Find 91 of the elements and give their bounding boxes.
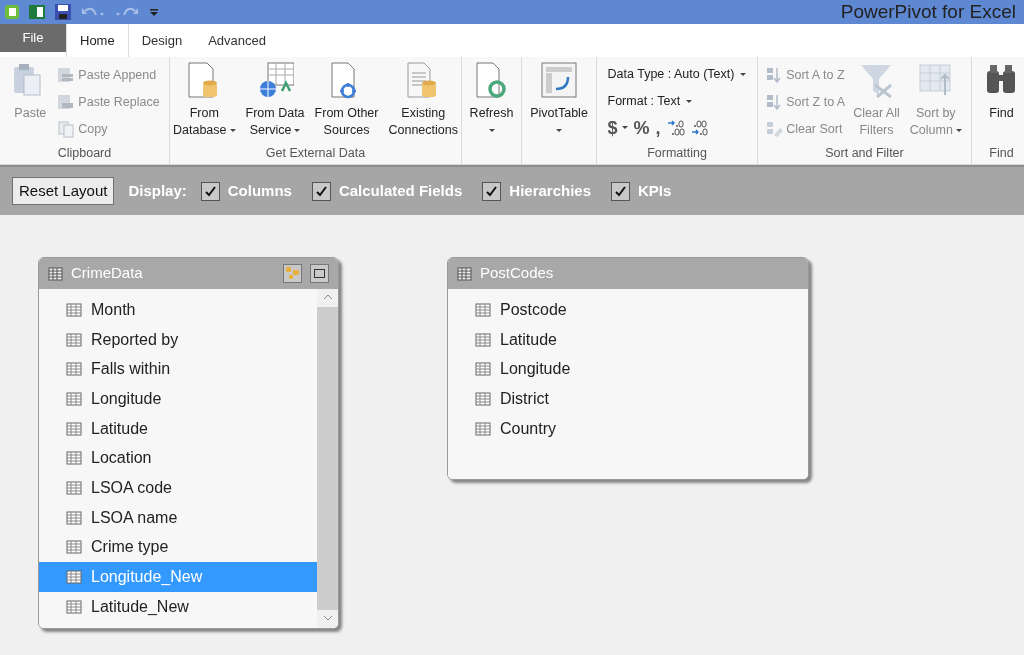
ribbon-button[interactable]: Find xyxy=(980,61,1023,142)
column-icon xyxy=(66,302,82,317)
column-item[interactable]: Falls within xyxy=(39,354,317,385)
table-icon xyxy=(457,266,472,281)
column-item[interactable]: Location xyxy=(39,443,317,474)
hierarchy-icon xyxy=(286,267,299,280)
column-item[interactable]: Longitude xyxy=(448,354,808,385)
window-icon xyxy=(314,269,325,278)
ribbon-tab[interactable]: Home xyxy=(66,24,129,57)
group-label: Formatting xyxy=(647,144,707,162)
window-title: PowerPivot for Excel xyxy=(840,0,1017,24)
format-dropdown[interactable]: Format : Text xyxy=(607,91,747,111)
clear-sort-icon xyxy=(765,120,784,138)
display-label: Display: xyxy=(128,180,187,201)
column-item[interactable]: Latitude xyxy=(448,324,808,355)
ribbon-button[interactable]: From Other Sources xyxy=(312,61,381,142)
column-item[interactable]: Crime type xyxy=(39,532,317,563)
table-title: CrimeData xyxy=(71,263,144,284)
ribbon-button[interactable]: From Data Service xyxy=(243,61,307,142)
ribbon-button[interactable]: PivotTable xyxy=(528,61,590,142)
group-label: Get External Data xyxy=(265,144,366,162)
check-icon xyxy=(485,184,499,198)
checkbox[interactable] xyxy=(482,181,502,201)
column-icon xyxy=(66,451,82,466)
reset-layout-button[interactable]: Reset Layout xyxy=(12,177,115,205)
column-icon xyxy=(475,421,491,436)
currency-button[interactable]: $ xyxy=(607,118,628,137)
sort-ascending-icon xyxy=(765,66,784,84)
column-item[interactable]: District xyxy=(448,384,808,414)
checkbox[interactable] xyxy=(611,181,630,201)
group-label: Clipboard xyxy=(57,144,112,162)
increase-decimal-icon xyxy=(666,118,685,137)
column-icon xyxy=(475,362,491,377)
caret-icon xyxy=(621,126,628,129)
checkbox[interactable] xyxy=(311,181,331,201)
column-icon xyxy=(66,480,82,495)
column-icon xyxy=(66,391,82,406)
decrease-decimal-icon xyxy=(690,118,709,137)
caret-icon xyxy=(294,129,301,132)
checkbox-label: Columns xyxy=(227,180,292,201)
caret-icon xyxy=(229,129,236,132)
column-item[interactable]: Latitude xyxy=(39,413,317,444)
sort-descending-icon xyxy=(765,93,784,111)
column-icon xyxy=(66,540,82,555)
caret-icon xyxy=(556,129,562,132)
ribbon-button[interactable]: From Database xyxy=(171,61,238,142)
column-icon xyxy=(66,421,82,436)
column-icon xyxy=(66,570,82,585)
checkbox-label: Calculated Fields xyxy=(338,180,463,201)
column-icon xyxy=(66,599,82,614)
ribbon-tab[interactable]: Design xyxy=(128,24,196,57)
column-item[interactable]: Longitude xyxy=(39,384,317,414)
column-icon xyxy=(66,362,82,377)
save-icon xyxy=(54,3,72,21)
data-type-dropdown[interactable]: Data Type : Auto (Text) xyxy=(607,65,747,84)
column-item[interactable]: LSOA code xyxy=(39,473,317,503)
column-item[interactable]: Reported by xyxy=(39,324,317,355)
file-tab[interactable]: File xyxy=(0,24,66,52)
comma-button[interactable]: , xyxy=(655,118,661,137)
check-icon xyxy=(314,184,328,198)
caret-icon xyxy=(740,72,747,76)
column-item[interactable]: Country xyxy=(448,413,808,444)
checkbox-label: KPIs xyxy=(638,180,672,201)
column-icon xyxy=(475,391,491,406)
table-title: PostCodes xyxy=(480,263,555,284)
pivot-table-icon xyxy=(540,61,578,99)
percent-button[interactable]: % xyxy=(633,118,650,137)
column-item[interactable]: LSOA name xyxy=(39,502,317,533)
ribbon-button[interactable]: Refresh xyxy=(467,61,516,142)
caret-icon xyxy=(686,99,693,103)
hierarchy-button[interactable] xyxy=(283,264,302,283)
group-label: Find xyxy=(989,144,1014,162)
column-item[interactable]: Month xyxy=(39,295,317,325)
maximize-button[interactable] xyxy=(310,264,329,283)
column-icon xyxy=(66,332,82,347)
ribbon-tab[interactable]: Advanced xyxy=(195,24,279,57)
caret-icon xyxy=(488,129,495,132)
ribbon-button[interactable]: Existing Connections xyxy=(386,61,460,142)
check-icon xyxy=(614,184,627,198)
table-icon xyxy=(48,266,63,281)
column-item[interactable]: Postcode xyxy=(448,295,808,325)
copy-icon xyxy=(57,120,76,138)
column-icon xyxy=(475,302,491,317)
checkbox[interactable] xyxy=(200,181,220,201)
checkbox-label: Hierarchies xyxy=(509,180,591,201)
caret-icon xyxy=(955,129,962,132)
column-icon xyxy=(475,332,491,347)
check-icon xyxy=(203,184,217,198)
column-icon xyxy=(66,510,82,525)
column-item[interactable]: Latitude_New xyxy=(39,591,317,622)
group-label: Sort and Filter xyxy=(825,144,904,162)
